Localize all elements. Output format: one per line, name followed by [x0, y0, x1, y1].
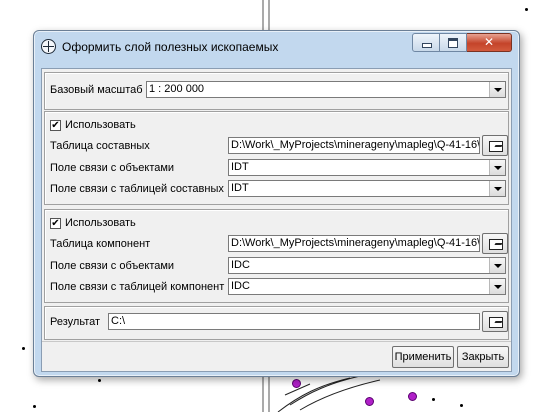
composite-table-input[interactable]: D:\Work\_MyProjects\minerageny\mapleg\Q-… [228, 137, 480, 154]
component-table-link-label: Поле связи с таблицей компонент [50, 281, 225, 293]
app-globe-icon [41, 39, 56, 54]
component-table-label: Таблица компонент [50, 238, 151, 250]
chevron-down-icon[interactable] [489, 258, 505, 273]
chevron-down-icon[interactable] [489, 279, 505, 294]
composite-table-link-value: IDT [231, 182, 249, 194]
chevron-down-icon[interactable] [489, 181, 505, 196]
title-bar[interactable]: Оформить слой полезных ископаемых ✕ [34, 31, 519, 61]
chevron-down-icon[interactable] [489, 160, 505, 175]
base-scale-value: 1 : 200 000 [149, 83, 205, 95]
result-panel: Результат C:\ [44, 306, 509, 340]
use-component-label: Использовать [65, 217, 136, 229]
close-button[interactable]: Закрыть [457, 346, 509, 368]
maximize-button[interactable] [440, 33, 467, 52]
component-obj-link-value: IDC [231, 259, 250, 271]
maximize-icon [448, 38, 458, 48]
composite-table-label: Таблица составных [50, 140, 150, 152]
browse-composite-button[interactable] [482, 135, 508, 156]
dialog-client-area: Базовый масштаб 1 : 200 000 ✔ Использова… [41, 68, 512, 372]
close-window-button[interactable]: ✕ [467, 33, 512, 52]
use-component-checkbox[interactable]: ✔ [50, 218, 61, 229]
component-table-panel: ✔ Использовать Таблица компонент D:\Work… [44, 209, 509, 303]
dialog-window: Оформить слой полезных ископаемых ✕ Базо… [33, 30, 520, 377]
window-title: Оформить слой полезных ископаемых [62, 40, 279, 54]
base-scale-combo[interactable]: 1 : 200 000 [146, 81, 506, 98]
folder-open-icon [489, 141, 503, 152]
close-icon: ✕ [483, 35, 495, 49]
component-table-link-value: IDC [231, 280, 250, 292]
component-obj-link-combo[interactable]: IDC [228, 257, 506, 274]
use-composite-checkbox[interactable]: ✔ [50, 120, 61, 131]
button-bar: Применить Закрыть [42, 341, 511, 372]
minimize-button[interactable] [412, 33, 440, 52]
result-label: Результат [50, 316, 101, 328]
chevron-down-icon[interactable] [489, 82, 505, 97]
window-controls: ✕ [412, 33, 512, 52]
component-obj-link-label: Поле связи с объектами [50, 260, 175, 272]
composite-table-link-label: Поле связи с таблицей составных [50, 183, 224, 195]
result-path-input[interactable]: C:\ [108, 313, 480, 330]
component-table-input[interactable]: D:\Work\_MyProjects\minerageny\mapleg\Q-… [228, 235, 480, 252]
base-scale-panel: Базовый масштаб 1 : 200 000 [44, 72, 509, 110]
composite-table-link-combo[interactable]: IDT [228, 180, 506, 197]
composite-obj-link-combo[interactable]: IDT [228, 159, 506, 176]
use-composite-label: Использовать [65, 119, 136, 131]
folder-open-icon [489, 317, 503, 328]
browse-component-button[interactable] [482, 233, 508, 254]
browse-result-button[interactable] [482, 311, 508, 332]
composite-table-panel: ✔ Использовать Таблица составных D:\Work… [44, 111, 509, 205]
composite-obj-link-value: IDT [231, 161, 249, 173]
base-scale-label: Базовый масштаб [50, 84, 143, 96]
minimize-icon [422, 43, 432, 48]
apply-button[interactable]: Применить [392, 346, 454, 368]
composite-obj-link-label: Поле связи с объектами [50, 162, 175, 174]
folder-open-icon [489, 239, 503, 250]
component-table-link-combo[interactable]: IDC [228, 278, 506, 295]
